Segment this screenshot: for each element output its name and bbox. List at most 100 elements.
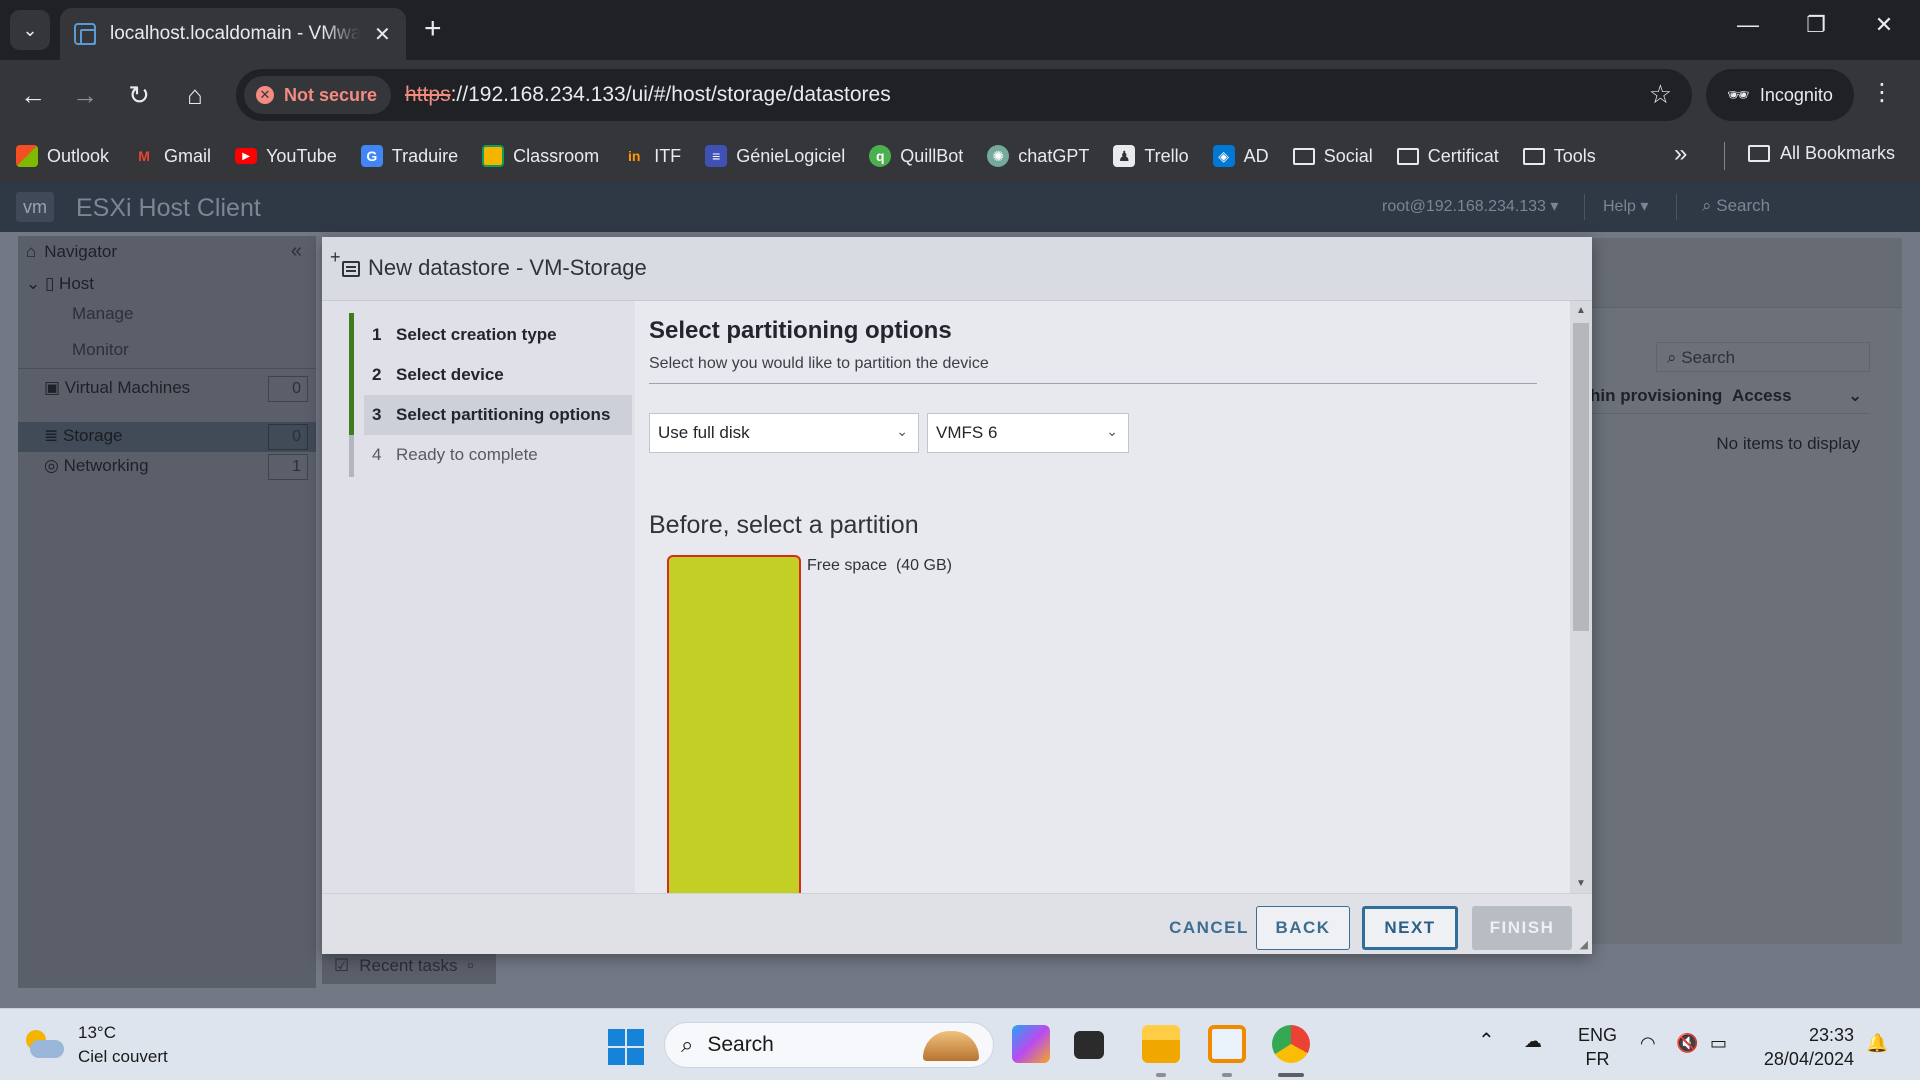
- taskbar-search[interactable]: ⌕ Search: [664, 1022, 994, 1068]
- nav-divider: [18, 368, 316, 369]
- all-bookmarks-button[interactable]: All Bookmarks: [1748, 143, 1895, 164]
- wizard-step-1[interactable]: 1 Select creation type: [364, 315, 632, 355]
- close-tab-icon[interactable]: ✕: [374, 22, 391, 47]
- keyboard-region: FR: [1585, 1049, 1610, 1069]
- bookmark-social[interactable]: Social: [1292, 146, 1373, 167]
- file-explorer-icon[interactable]: [1142, 1025, 1180, 1063]
- nav-item-host[interactable]: ⌄ ▯ Host: [26, 274, 94, 294]
- chevron-down-icon: ⌄: [22, 19, 38, 40]
- restore-window-button[interactable]: ❐: [1796, 12, 1836, 38]
- datastore-search-input[interactable]: ⌕ Search: [1656, 342, 1870, 372]
- scroll-thumb[interactable]: [1573, 323, 1589, 631]
- wizard-step-2[interactable]: 2 Select device: [364, 355, 632, 395]
- back-arrow-icon[interactable]: ←: [14, 76, 52, 114]
- bookmark-tools[interactable]: Tools: [1522, 145, 1596, 167]
- bookmark-trello[interactable]: ♟ Trello: [1113, 145, 1189, 167]
- partition-scheme-select[interactable]: Use full disk ⌄: [649, 413, 919, 453]
- clock[interactable]: 23:33 28/04/2024: [1762, 1023, 1854, 1071]
- bookmark-label: Classroom: [513, 145, 600, 166]
- bookmark-itf[interactable]: in ITF: [623, 145, 681, 167]
- free-space-partition-block[interactable]: [667, 555, 801, 893]
- bookmarks-bar: Outlook M Gmail ▶ YouTube G Traduire Classr…: [0, 130, 1920, 182]
- running-indicator: [1156, 1073, 1166, 1077]
- back-button[interactable]: BACK: [1256, 906, 1350, 950]
- bookmark-traduire[interactable]: G Traduire: [360, 145, 458, 167]
- reload-icon[interactable]: ↻: [120, 76, 158, 114]
- home-icon[interactable]: ⌂: [176, 76, 214, 114]
- user-menu[interactable]: root@192.168.234.133 ▾: [1382, 196, 1558, 216]
- help-menu[interactable]: Help ▾: [1603, 196, 1648, 216]
- step-progress-fill: [349, 313, 354, 435]
- bookmark-classroom[interactable]: Classroom: [482, 145, 599, 167]
- battery-icon[interactable]: ▭: [1710, 1031, 1727, 1055]
- close-window-button[interactable]: ✕: [1864, 12, 1904, 38]
- bookmark-star-icon[interactable]: ☆: [1649, 79, 1672, 110]
- search-icon: ⌕: [1702, 196, 1717, 215]
- security-chip[interactable]: ✕ Not secure: [244, 76, 392, 114]
- volume-muted-icon[interactable]: 🔇: [1676, 1031, 1698, 1055]
- new-tab-button[interactable]: +: [424, 14, 442, 44]
- restore-panel-icon[interactable]: ▫: [468, 956, 474, 975]
- nav-item-manage[interactable]: Manage: [72, 304, 133, 324]
- search-icon: ⌕: [1667, 348, 1682, 367]
- url-path: ://192.168.234.133/ui/#/host/storage/dat…: [450, 83, 891, 106]
- chrome-icon[interactable]: [1272, 1025, 1310, 1063]
- bookmark-label: Tools: [1553, 145, 1596, 166]
- wizard-steps: 1 Select creation type 2 Select device 3 Se…: [322, 301, 635, 893]
- scroll-up-icon[interactable]: ▲: [1576, 305, 1586, 316]
- bookmark-certificat[interactable]: Certificat: [1396, 146, 1499, 167]
- chevron-down-icon[interactable]: ⌄: [1848, 386, 1862, 406]
- column-thin-provisioning[interactable]: hin provisioning: [1590, 386, 1722, 406]
- vmfs-version-value: VMFS 6: [936, 423, 998, 442]
- terminal-app-icon[interactable]: [1074, 1031, 1104, 1059]
- running-indicator: [1222, 1073, 1232, 1077]
- minimize-window-button[interactable]: —: [1728, 12, 1768, 38]
- before-partition-title: Before, select a partition: [649, 511, 919, 539]
- nav-item-virtual-machines[interactable]: ▣ Virtual Machines: [44, 378, 190, 398]
- nav-item-networking[interactable]: ◎ Networking: [44, 456, 149, 476]
- bookmark-quillbot[interactable]: q QuillBot: [869, 145, 963, 167]
- url-text[interactable]: https://192.168.234.133/ui/#/host/storag…: [405, 83, 891, 107]
- chevron-up-icon[interactable]: ⌃: [1478, 1029, 1495, 1053]
- nav-item-storage[interactable]: ≣ Storage: [44, 426, 123, 446]
- collapse-navigator-icon[interactable]: «: [291, 240, 302, 263]
- vm-count-badge: 0: [268, 376, 308, 402]
- bookmark-youtube[interactable]: ▶ YouTube: [235, 146, 337, 167]
- windows-taskbar: 13°C Ciel couvert ⌕ Search ⌃ ☁ ENG FR ◠ …: [0, 1008, 1920, 1080]
- header-search[interactable]: ⌕ Search: [1702, 196, 1770, 216]
- forward-arrow-icon[interactable]: →: [66, 76, 104, 114]
- next-button[interactable]: NEXT: [1362, 906, 1458, 950]
- more-bookmarks-button[interactable]: »: [1674, 140, 1687, 168]
- browser-tab[interactable]: localhost.localdomain - VMware ESXi ✕: [60, 8, 406, 60]
- incognito-button[interactable]: 🕶 Incognito: [1706, 69, 1854, 121]
- onedrive-icon[interactable]: ☁: [1524, 1029, 1542, 1053]
- notification-bell-icon[interactable]: 🔔: [1866, 1031, 1888, 1055]
- vmware-workstation-icon[interactable]: [1208, 1025, 1246, 1063]
- scroll-down-icon[interactable]: ▼: [1576, 878, 1586, 889]
- vmfs-version-select[interactable]: VMFS 6 ⌄: [927, 413, 1129, 453]
- bookmark-chatgpt[interactable]: ✺ chatGPT: [987, 145, 1089, 167]
- windows-start-icon[interactable]: [608, 1029, 644, 1065]
- more-menu-icon[interactable]: ⋮: [1870, 78, 1894, 107]
- nav-item-monitor[interactable]: Monitor: [72, 340, 129, 360]
- wizard-step-4[interactable]: 4 Ready to complete: [364, 435, 632, 475]
- column-access[interactable]: Access: [1732, 386, 1792, 406]
- not-secure-icon: ✕: [256, 86, 274, 104]
- nav-host-label: Host: [59, 274, 95, 293]
- copilot-icon[interactable]: [1012, 1025, 1050, 1063]
- bookmark-ad[interactable]: ◈ AD: [1212, 145, 1269, 167]
- address-bar[interactable]: ✕ Not secure https://192.168.234.133/ui/…: [236, 69, 1692, 121]
- bookmark-outlook[interactable]: Outlook: [16, 145, 109, 167]
- finish-button[interactable]: FINISH: [1472, 906, 1572, 950]
- resize-handle-icon[interactable]: ◢: [1580, 938, 1588, 951]
- tab-search-button[interactable]: ⌄: [10, 10, 50, 50]
- folder-icon: [1748, 145, 1770, 162]
- bookmark-gmail[interactable]: M Gmail: [133, 145, 211, 167]
- wifi-icon[interactable]: ◠: [1640, 1031, 1656, 1055]
- language-indicator[interactable]: ENG FR: [1578, 1023, 1617, 1071]
- weather-widget[interactable]: 13°C Ciel couvert: [22, 1021, 168, 1069]
- wizard-step-3[interactable]: 3 Select partitioning options: [364, 395, 632, 435]
- cancel-button[interactable]: CANCEL: [1144, 906, 1274, 950]
- bookmark-genielogiciel[interactable]: ≡ GénieLogiciel: [705, 145, 845, 167]
- dialog-scrollbar[interactable]: ▲ ▼: [1570, 301, 1592, 893]
